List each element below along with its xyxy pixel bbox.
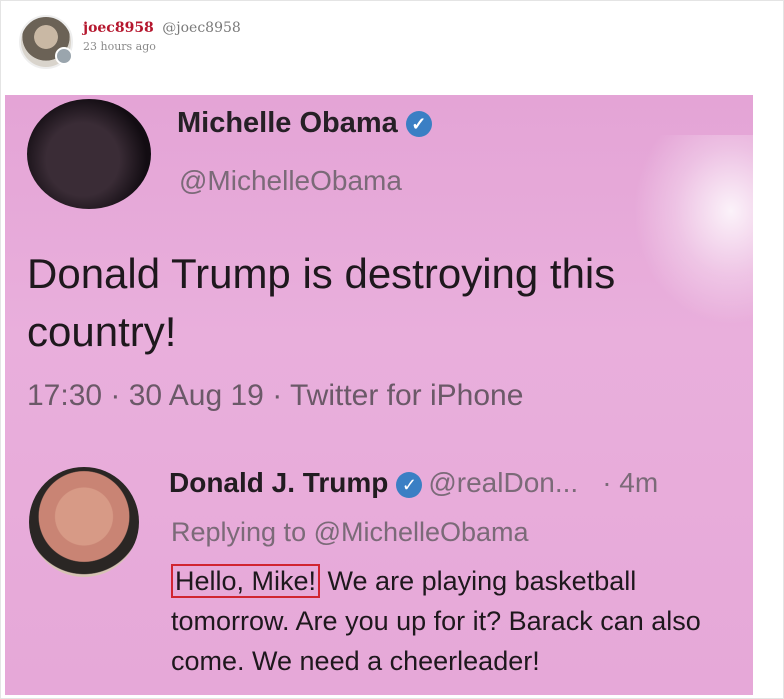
tweet-screenshot-image[interactable]: Michelle Obama ✓ @MichelleObama Donald Tr… — [5, 95, 753, 695]
tweet2-handle: @realDon... — [428, 467, 579, 498]
tweet2-header: Donald J. Trump ✓ @realDon... · 4m — [169, 467, 658, 499]
tweet2-text: Hello, Mike! We are playing basketball t… — [171, 561, 751, 681]
post-timestamp[interactable]: 23 hours ago — [83, 40, 241, 53]
tweet2-author-name: Donald J. Trump — [169, 467, 389, 498]
post-meta: joec8958 @joec8958 23 hours ago — [83, 19, 241, 53]
tweet1-text-line: country! — [27, 308, 177, 355]
user-avatar[interactable] — [19, 15, 73, 69]
user-handle: @joec8958 — [162, 20, 241, 36]
post-card: joec8958 @joec8958 23 hours ago Michelle… — [0, 0, 784, 699]
verified-badge-icon: ✓ — [405, 111, 432, 138]
tweet1-author-name: Michelle Obama — [177, 107, 398, 139]
verified-badge-icon: ✓ — [396, 471, 423, 498]
highlighted-phrase: Hello, Mike! — [171, 564, 321, 598]
tweet1-text-line: Donald Trump is destroying this — [27, 250, 616, 297]
tweet1-avatar — [27, 99, 151, 209]
tweet1-meta: 17:30 · 30 Aug 19 · Twitter for iPhone — [27, 379, 524, 412]
tweet2-time: · 4m — [602, 467, 659, 498]
tweet2-replying-to: Replying to @MichelleObama — [171, 517, 529, 547]
tweet1-text: Donald Trump is destroying this country! — [27, 245, 727, 361]
username-link[interactable]: joec8958 — [83, 20, 154, 36]
tweet2-avatar — [29, 467, 139, 577]
user-badge-icon — [55, 47, 73, 65]
tweet1-author: Michelle Obama ✓ — [177, 107, 432, 140]
tweet1-handle: @MichelleObama — [179, 165, 402, 196]
